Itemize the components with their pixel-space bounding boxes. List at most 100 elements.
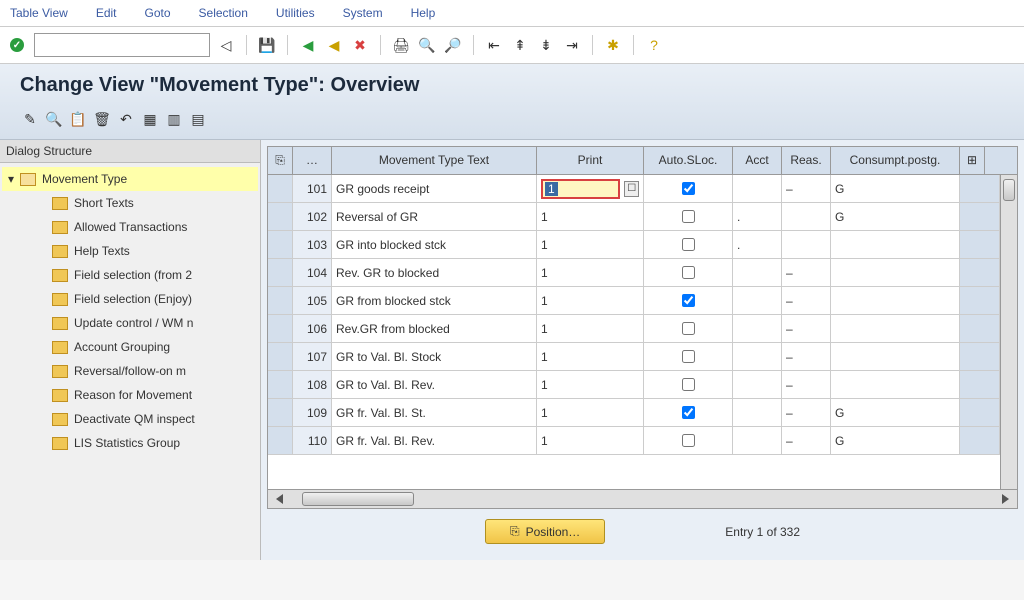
auto-sloc-checkbox[interactable] — [682, 210, 695, 223]
value-help-icon[interactable]: ☐ — [624, 181, 639, 197]
print-icon[interactable]: 🖨 — [391, 35, 411, 55]
save-icon[interactable]: 💾 — [257, 35, 277, 55]
table-row[interactable]: 102Reversal of GR1.G — [268, 203, 1000, 231]
col-movement-type-text[interactable]: Movement Type Text — [332, 147, 537, 174]
dropdown-history-icon[interactable]: ◁ — [216, 35, 236, 55]
cell-movement-text[interactable]: Reversal of GR — [332, 203, 537, 230]
menu-table-view[interactable]: Table View — [10, 6, 68, 20]
auto-sloc-checkbox[interactable] — [682, 182, 695, 195]
tree-child-item[interactable]: Short Texts — [2, 191, 258, 215]
auto-sloc-checkbox[interactable] — [682, 434, 695, 447]
auto-sloc-checkbox[interactable] — [682, 406, 695, 419]
cell-reas[interactable]: – — [782, 315, 831, 342]
vertical-scrollbar[interactable] — [1000, 175, 1017, 489]
cell-print[interactable]: 1 — [537, 371, 644, 398]
configure-columns-icon[interactable]: ⊞ — [960, 147, 985, 174]
select-all-icon[interactable]: ▦ — [140, 109, 160, 129]
tree-child-item[interactable]: Reversal/follow-on m — [2, 359, 258, 383]
cell-reas[interactable] — [782, 203, 831, 230]
cell-acct[interactable] — [733, 175, 782, 202]
auto-sloc-checkbox[interactable] — [682, 378, 695, 391]
horizontal-scrollbar[interactable] — [268, 489, 1017, 508]
cell-movement-text[interactable]: GR goods receipt — [332, 175, 537, 202]
cell-code[interactable]: 105 — [293, 287, 332, 314]
cell-auto-sloc[interactable] — [644, 287, 733, 314]
cell-auto-sloc[interactable] — [644, 427, 733, 454]
cell-acct[interactable] — [733, 315, 782, 342]
cell-acct[interactable] — [733, 371, 782, 398]
cell-reas[interactable]: – — [782, 287, 831, 314]
col-consumpt-postg[interactable]: Consumpt.postg. — [831, 147, 960, 174]
menu-selection[interactable]: Selection — [199, 6, 248, 20]
auto-sloc-checkbox[interactable] — [682, 322, 695, 335]
cell-movement-text[interactable]: GR fr. Val. Bl. Rev. — [332, 427, 537, 454]
cell-code[interactable]: 108 — [293, 371, 332, 398]
row-handle[interactable] — [268, 175, 293, 202]
delete-icon[interactable]: 🗑 — [92, 109, 112, 129]
cell-movement-text[interactable]: GR from blocked stck — [332, 287, 537, 314]
table-row[interactable]: 108GR to Val. Bl. Rev.1– — [268, 371, 1000, 399]
details-icon[interactable]: 🔍 — [44, 109, 64, 129]
row-handle[interactable] — [268, 371, 293, 398]
cell-reas[interactable]: – — [782, 259, 831, 286]
cell-reas[interactable]: – — [782, 427, 831, 454]
cell-print[interactable]: 1 — [537, 315, 644, 342]
cell-reas[interactable]: – — [782, 343, 831, 370]
help-icon[interactable]: ? — [644, 35, 664, 55]
col-auto-sloc[interactable]: Auto.SLoc. — [644, 147, 733, 174]
cell-code[interactable]: 107 — [293, 343, 332, 370]
cell-code[interactable]: 106 — [293, 315, 332, 342]
last-page-icon[interactable]: ⇥ — [562, 35, 582, 55]
collapse-icon[interactable]: ▾ — [8, 172, 20, 186]
new-session-icon[interactable]: ✱ — [603, 35, 623, 55]
cell-reas[interactable]: – — [782, 175, 831, 202]
row-handle[interactable] — [268, 231, 293, 258]
cell-movement-text[interactable]: Rev.GR from blocked — [332, 315, 537, 342]
deselect-icon[interactable]: ▤ — [188, 109, 208, 129]
col-acct[interactable]: Acct — [733, 147, 782, 174]
menu-utilities[interactable]: Utilities — [276, 6, 315, 20]
cell-acct[interactable]: . — [733, 231, 782, 258]
col-code[interactable]: … — [293, 147, 332, 174]
next-page-icon[interactable]: ⇟ — [536, 35, 556, 55]
table-row[interactable]: 105GR from blocked stck1 – — [268, 287, 1000, 315]
tree-child-item[interactable]: Allowed Transactions — [2, 215, 258, 239]
table-row[interactable]: 106Rev.GR from blocked1 – — [268, 315, 1000, 343]
cell-print[interactable]: 1 — [537, 287, 644, 314]
row-handle[interactable] — [268, 427, 293, 454]
tree-root-movement-type[interactable]: ▾ Movement Type — [2, 167, 258, 191]
cell-movement-text[interactable]: GR to Val. Bl. Stock — [332, 343, 537, 370]
cell-code[interactable]: 104 — [293, 259, 332, 286]
tree-child-item[interactable]: Field selection (from 2 — [2, 263, 258, 287]
cell-movement-text[interactable]: GR to Val. Bl. Rev. — [332, 371, 537, 398]
table-row[interactable]: 104Rev. GR to blocked1– — [268, 259, 1000, 287]
menu-edit[interactable]: Edit — [96, 6, 117, 20]
row-handle[interactable] — [268, 343, 293, 370]
auto-sloc-checkbox[interactable] — [682, 266, 695, 279]
row-handle[interactable] — [268, 203, 293, 230]
cell-code[interactable]: 102 — [293, 203, 332, 230]
cell-print[interactable]: 1 — [537, 343, 644, 370]
row-handle[interactable] — [268, 259, 293, 286]
tree-child-item[interactable]: Reason for Movement — [2, 383, 258, 407]
cell-consumpt[interactable] — [831, 231, 960, 258]
menu-goto[interactable]: Goto — [145, 6, 171, 20]
print-edit-field[interactable]: 1 — [541, 179, 620, 199]
menu-system[interactable]: System — [343, 6, 383, 20]
cell-auto-sloc[interactable] — [644, 371, 733, 398]
row-selector-header-icon[interactable]: ⎘ — [268, 147, 293, 174]
find-next-icon[interactable]: 🔎 — [443, 35, 463, 55]
table-row[interactable]: 109GR fr. Val. Bl. St.1–G — [268, 399, 1000, 427]
col-reas[interactable]: Reas. — [782, 147, 831, 174]
cell-auto-sloc[interactable] — [644, 399, 733, 426]
exit-icon[interactable]: ◀ — [324, 35, 344, 55]
first-page-icon[interactable]: ⇤ — [484, 35, 504, 55]
cell-movement-text[interactable]: GR into blocked stck — [332, 231, 537, 258]
cell-code[interactable]: 101 — [293, 175, 332, 202]
hscroll-thumb[interactable] — [302, 492, 414, 506]
cell-print[interactable]: 1 — [537, 259, 644, 286]
cell-consumpt[interactable]: G — [831, 427, 960, 454]
cell-consumpt[interactable]: G — [831, 203, 960, 230]
row-handle[interactable] — [268, 399, 293, 426]
cell-print[interactable]: 1 — [537, 427, 644, 454]
